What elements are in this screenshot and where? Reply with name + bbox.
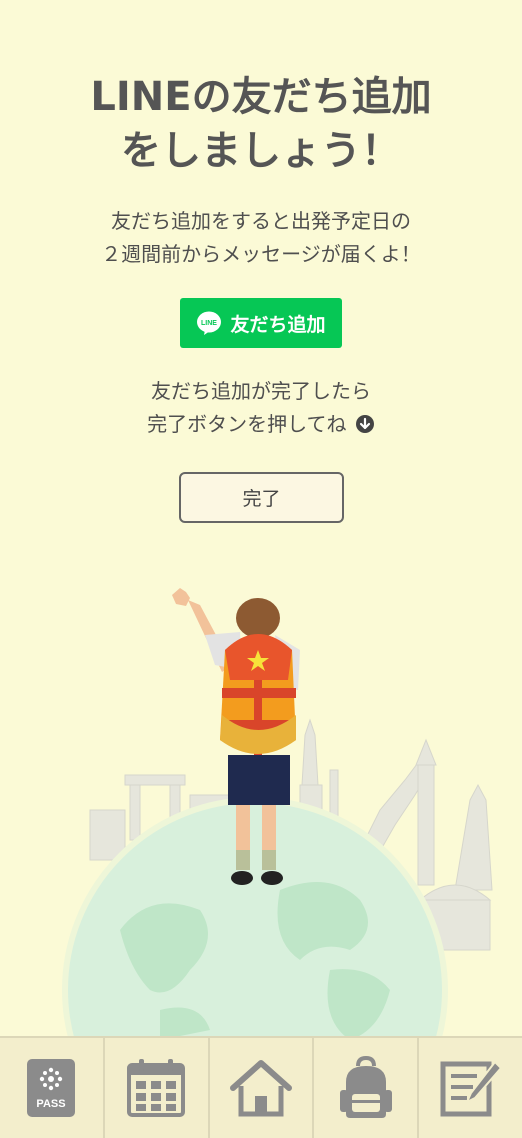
nav-backpack[interactable] <box>314 1038 420 1138</box>
svg-text:PASS: PASS <box>37 1098 66 1110</box>
arrow-down-circle-icon <box>355 415 374 433</box>
nav-home[interactable] <box>210 1038 315 1138</box>
done-button[interactable]: 完了 <box>179 472 344 523</box>
calendar-icon <box>127 1059 186 1117</box>
pass-icon: PASS <box>27 1059 76 1117</box>
line-logo-icon: LINE <box>197 311 222 335</box>
instruction-line-2: 完了ボタンを押してね <box>147 412 347 436</box>
instruction-line-1: 友だち追加が完了したら <box>151 379 371 403</box>
notepad-icon <box>440 1060 502 1117</box>
instruction: 友だち追加が完了したら 完了ボタンを押してね <box>0 375 522 441</box>
backpacker-globe-illustration <box>62 588 493 1040</box>
backpack-icon <box>339 1056 392 1118</box>
line-add-friend-button[interactable]: LINE 友だち追加 <box>180 298 342 348</box>
description: 友だち追加をすると出発予定日の ２週間前からメッセージが届くよ！ <box>0 205 522 271</box>
svg-text:LINE: LINE <box>202 320 218 327</box>
line-add-friend-label: 友だち追加 <box>230 313 326 336</box>
title-line-2: をしましょう！ <box>121 128 401 174</box>
page-title: LINEの友だち追加 をしましょう！ <box>0 70 522 178</box>
nav-notes[interactable] <box>419 1038 522 1138</box>
description-line-1: 友だち追加をすると出発予定日の <box>111 209 411 233</box>
nav-calendar[interactable] <box>105 1038 210 1138</box>
home-icon <box>229 1060 292 1117</box>
nav-pass[interactable]: PASS <box>0 1038 105 1138</box>
bottom-nav: PASS <box>0 1036 522 1138</box>
description-line-2: ２週間前からメッセージが届くよ！ <box>101 242 421 266</box>
title-line-1: LINEの友だち追加 <box>90 74 432 120</box>
